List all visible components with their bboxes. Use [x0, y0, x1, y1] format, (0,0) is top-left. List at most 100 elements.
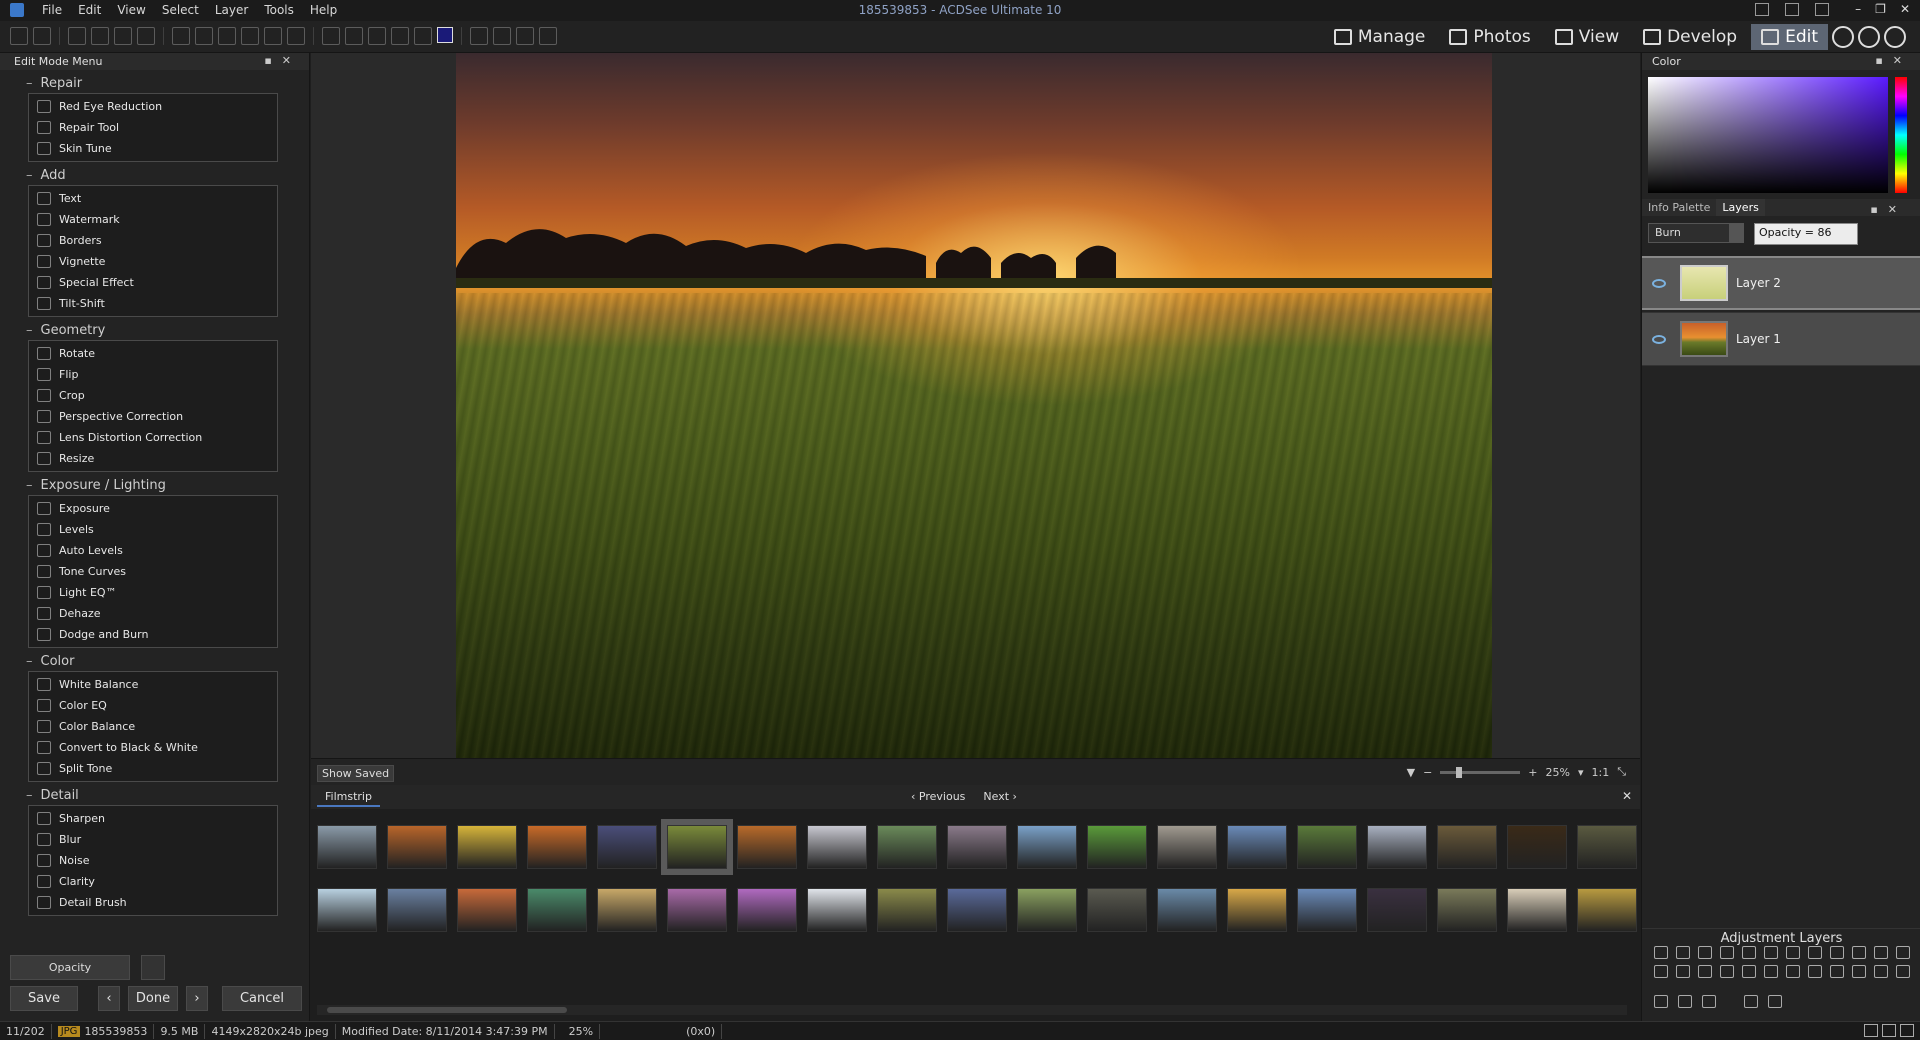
- invert-icon[interactable]: [1852, 965, 1866, 978]
- collapse-icon[interactable]: –: [26, 323, 33, 338]
- filmstrip-thumbnail[interactable]: [1507, 888, 1567, 932]
- save-button[interactable]: Save: [10, 986, 78, 1011]
- edit-tool-item[interactable]: Vignette: [29, 251, 277, 272]
- filmstrip-close-icon[interactable]: ✕: [1622, 789, 1632, 803]
- brush-select-icon[interactable]: [68, 27, 86, 45]
- layout-right-icon[interactable]: [1815, 3, 1829, 16]
- edit-tool-item[interactable]: Dehaze: [29, 603, 277, 624]
- next-arrow-icon[interactable]: ›: [186, 986, 208, 1011]
- paint-icon[interactable]: [345, 27, 363, 45]
- filmstrip-thumbnail[interactable]: [1367, 825, 1427, 869]
- edit-tool-item[interactable]: Borders: [29, 230, 277, 251]
- edit-tool-item[interactable]: Rotate: [29, 343, 277, 364]
- edit-tool-item[interactable]: Dodge and Burn: [29, 624, 277, 645]
- previous-arrow-icon[interactable]: ‹: [98, 986, 120, 1011]
- gradient-icon[interactable]: [1808, 965, 1822, 978]
- clarity-icon[interactable]: [1764, 965, 1778, 978]
- blend-mode-select[interactable]: Burn: [1648, 223, 1744, 243]
- edit-tool-item[interactable]: Convert to Black & White: [29, 737, 277, 758]
- edit-tool-item[interactable]: Skin Tune: [29, 138, 277, 159]
- menu-view[interactable]: View: [109, 3, 153, 17]
- select-arrow-icon[interactable]: [33, 27, 51, 45]
- fit-icon[interactable]: ⤡: [1617, 765, 1626, 779]
- layout-full-icon[interactable]: [1785, 3, 1799, 16]
- zoom-menu-icon[interactable]: ▾: [1578, 766, 1584, 779]
- edit-tool-item[interactable]: Repair Tool: [29, 117, 277, 138]
- layer-row-layer-1[interactable]: Layer 1: [1642, 312, 1920, 366]
- threshold-icon[interactable]: [1896, 965, 1910, 978]
- filmstrip-thumbnail[interactable]: [1577, 825, 1637, 869]
- tool-group-title[interactable]: – Geometry: [26, 321, 278, 340]
- collapse-icon[interactable]: –: [26, 478, 33, 493]
- hue-slider[interactable]: [1895, 77, 1907, 193]
- ellipse-icon[interactable]: [195, 27, 213, 45]
- gradient-icon[interactable]: [368, 27, 386, 45]
- record-icon[interactable]: [493, 27, 511, 45]
- marquee-icon[interactable]: [91, 27, 109, 45]
- visibility-eye-icon[interactable]: [1652, 334, 1666, 344]
- layout-left-icon[interactable]: [1755, 3, 1769, 16]
- filmstrip-next[interactable]: Next ›: [983, 790, 1017, 803]
- filmstrip-thumbnail[interactable]: [1017, 825, 1077, 869]
- edit-tool-item[interactable]: Lens Distortion Correction: [29, 427, 277, 448]
- check-icon[interactable]: [1900, 1024, 1914, 1037]
- color-picker-field[interactable]: [1648, 77, 1888, 193]
- tool-group-title[interactable]: – Detail: [26, 786, 278, 805]
- actual-size-button[interactable]: 1:1: [1591, 766, 1609, 779]
- zoom-out-icon[interactable]: −: [1423, 766, 1432, 779]
- line-icon[interactable]: [218, 27, 236, 45]
- posterize-icon[interactable]: [1874, 965, 1888, 978]
- edit-tool-item[interactable]: Clarity: [29, 871, 277, 892]
- filmstrip-thumbnail[interactable]: [1297, 888, 1357, 932]
- edit-tool-item[interactable]: Crop: [29, 385, 277, 406]
- edit-tool-item[interactable]: Levels: [29, 519, 277, 540]
- close-icon[interactable]: ✕: [1900, 2, 1910, 16]
- filmstrip-thumbnail[interactable]: [1367, 888, 1427, 932]
- filmstrip-thumbnail[interactable]: [737, 888, 797, 932]
- sharpen-icon[interactable]: [1698, 965, 1712, 978]
- duplicate-layer-icon[interactable]: [1678, 995, 1692, 1008]
- filmstrip-thumbnail[interactable]: [807, 825, 867, 869]
- filmstrip-tab[interactable]: Filmstrip: [317, 788, 380, 807]
- collapse-icon[interactable]: –: [26, 654, 33, 669]
- edit-tool-item[interactable]: Red Eye Reduction: [29, 96, 277, 117]
- zoom-level[interactable]: 25%: [1546, 766, 1570, 779]
- minimize-icon[interactable]: –: [1855, 2, 1861, 16]
- person-icon[interactable]: [1676, 965, 1690, 978]
- filmstrip-thumbnail[interactable]: [737, 825, 797, 869]
- noise-icon[interactable]: [1742, 965, 1756, 978]
- tab-info-palette[interactable]: Info Palette: [1642, 199, 1716, 216]
- edit-tool-item[interactable]: Split Tone: [29, 758, 277, 779]
- edit-tool-item[interactable]: Sharpen: [29, 808, 277, 829]
- tool-group-title[interactable]: – Exposure / Lighting: [26, 476, 278, 495]
- mask-icon[interactable]: [470, 27, 488, 45]
- droplet-icon[interactable]: [1720, 965, 1734, 978]
- special-effect-icon[interactable]: [1786, 965, 1800, 978]
- stop-icon[interactable]: [539, 27, 557, 45]
- edit-tool-item[interactable]: Blur: [29, 829, 277, 850]
- online-icon[interactable]: [1884, 26, 1906, 48]
- tool-group-title[interactable]: – Add: [26, 166, 278, 185]
- zoom-dropdown-icon[interactable]: ▼: [1407, 766, 1415, 779]
- lasso-icon[interactable]: [114, 27, 132, 45]
- menu-layer[interactable]: Layer: [207, 3, 256, 17]
- zoom-slider-thumb[interactable]: [1456, 766, 1463, 778]
- pan-tool-icon[interactable]: [10, 27, 28, 45]
- dehaze-icon[interactable]: [1742, 946, 1756, 959]
- add-mask-icon[interactable]: [1702, 995, 1716, 1008]
- filmstrip-thumbnail[interactable]: [1087, 888, 1147, 932]
- visibility-eye-icon[interactable]: [1652, 278, 1666, 288]
- menu-tools[interactable]: Tools: [256, 3, 302, 17]
- filmstrip-thumbnail[interactable]: [1017, 888, 1077, 932]
- layer-row-layer-2[interactable]: Layer 2: [1642, 256, 1920, 310]
- filmstrip-thumbnail[interactable]: [457, 888, 517, 932]
- zoom-in-icon[interactable]: +: [1528, 766, 1537, 779]
- edit-tool-item[interactable]: Text: [29, 188, 277, 209]
- filmstrip-thumbnail[interactable]: [1437, 888, 1497, 932]
- levels-icon[interactable]: [1676, 946, 1690, 959]
- vignette-icon[interactable]: [1896, 946, 1910, 959]
- split-tone-icon[interactable]: [1874, 946, 1888, 959]
- layer-opacity-field[interactable]: Opacity = 86: [1754, 223, 1858, 245]
- filmstrip-thumbnail[interactable]: [947, 825, 1007, 869]
- filmstrip-thumbnail[interactable]: [877, 888, 937, 932]
